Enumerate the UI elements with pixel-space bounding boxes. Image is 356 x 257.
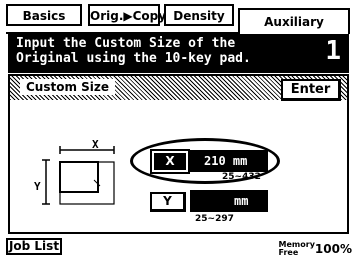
diagram-y-label: Y	[34, 180, 41, 193]
memory-free-label: Free	[278, 248, 299, 257]
x-value: 210 mm	[204, 154, 248, 168]
diagram-x-label: X	[92, 138, 99, 151]
x-range: 25~432	[222, 172, 261, 179]
y-value-field[interactable]: mm	[190, 190, 268, 212]
memory-percent: 100%	[314, 242, 352, 256]
panel-title: Custom Size	[20, 79, 116, 95]
paper-size-diagram-icon	[42, 146, 115, 205]
x-button[interactable]: X	[150, 149, 190, 174]
tab-density[interactable]: Density	[164, 4, 234, 26]
message-line-1: Input the Custom Size of the	[16, 36, 236, 51]
job-list-button[interactable]: Job List	[6, 238, 62, 255]
x-value-field[interactable]: 210 mm	[190, 150, 268, 172]
memory-indicator: Memory Free 100%	[279, 238, 352, 257]
y-value: mm	[234, 194, 249, 208]
message-line-2: Original using the 10-key pad.	[16, 51, 251, 66]
tab-basics[interactable]: Basics	[6, 4, 82, 26]
step-number: 1	[325, 36, 341, 66]
instruction-message: Input the Custom Size of the Original us…	[8, 33, 349, 73]
y-button[interactable]: Y	[150, 192, 186, 212]
y-range: 25~297	[195, 214, 234, 224]
enter-button[interactable]: Enter	[281, 79, 341, 101]
tab-auxiliary[interactable]: Auxiliary	[238, 8, 350, 34]
tab-orig-copy[interactable]: Orig.▶Copy	[88, 4, 166, 26]
